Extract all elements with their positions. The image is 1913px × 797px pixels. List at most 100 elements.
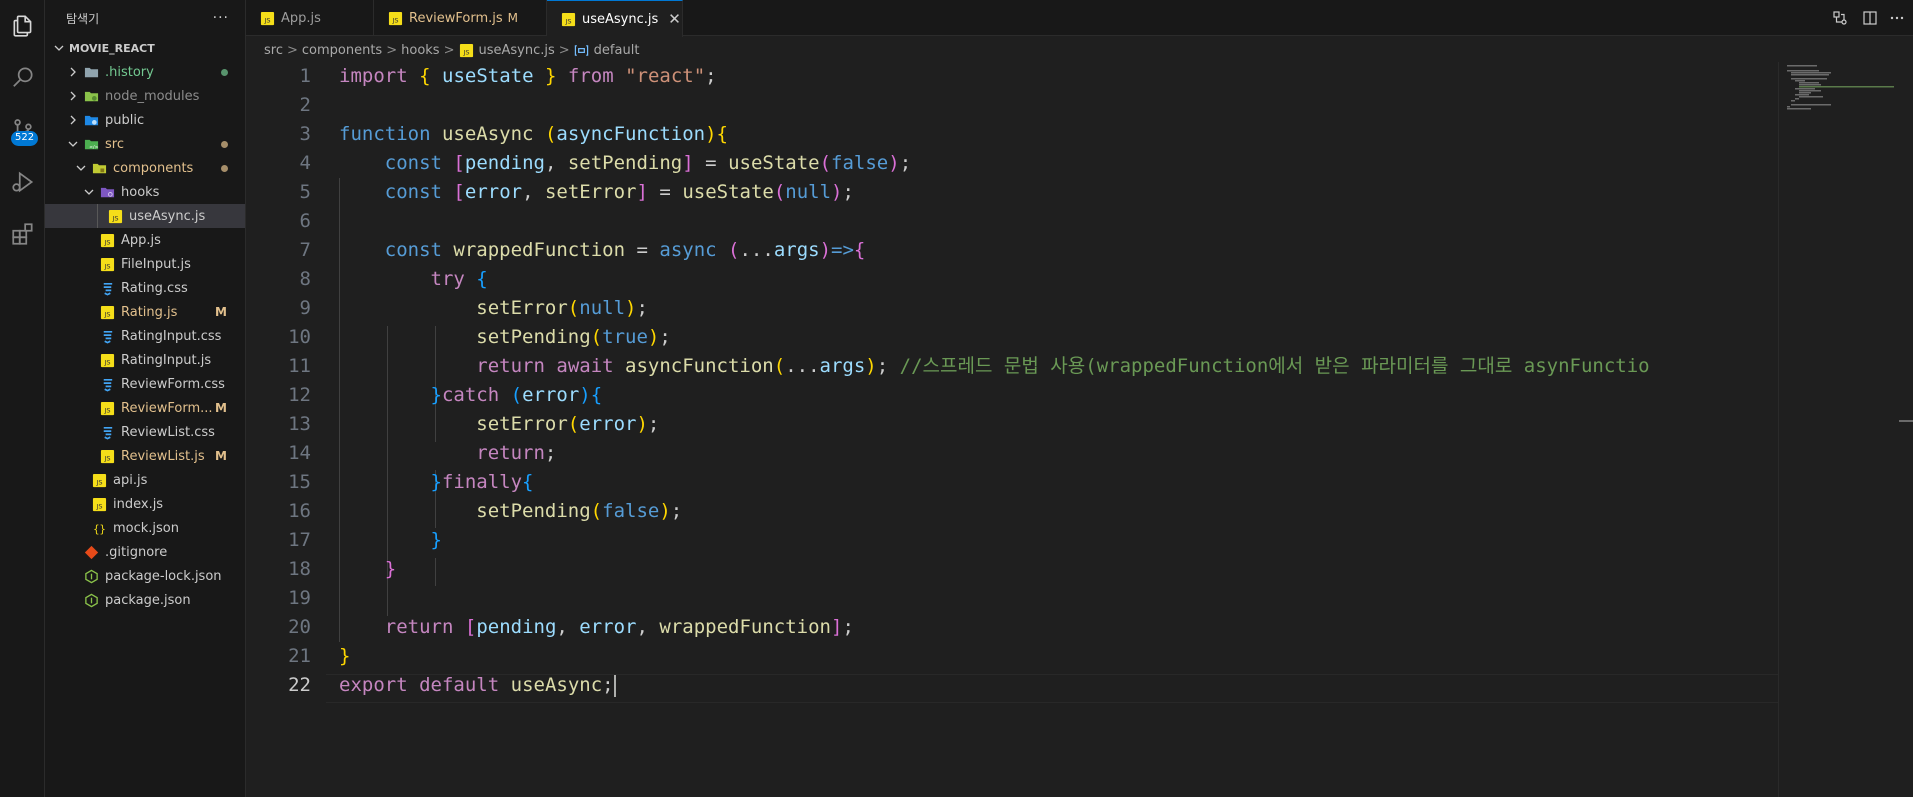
- tree-item-label: ReviewForm...: [121, 400, 213, 416]
- tree-item-label: ReviewList.css: [121, 424, 215, 440]
- chevron-right-icon: [65, 112, 81, 128]
- breadcrumb-item[interactable]: useAsync.js: [478, 43, 554, 58]
- tree-item[interactable]: JS RatingInput.js: [45, 348, 245, 372]
- folder-icon: [83, 88, 99, 104]
- npm-file-icon: [83, 592, 99, 608]
- workspace-root[interactable]: MOVIE_REACT: [45, 37, 245, 59]
- explorer-icon[interactable]: [0, 4, 45, 48]
- line-number: 16: [288, 500, 311, 522]
- tree-item[interactable]: ReviewForm.css: [45, 372, 245, 396]
- line-number: 5: [299, 181, 311, 203]
- svg-text:JS: JS: [564, 17, 571, 25]
- tree-item[interactable]: public: [45, 108, 245, 132]
- line-number: 17: [288, 529, 311, 551]
- tree-item[interactable]: JS api.js: [45, 468, 245, 492]
- tree-item[interactable]: components: [45, 156, 245, 180]
- js-file-icon: JS: [107, 208, 123, 224]
- tree-item[interactable]: package-lock.json: [45, 564, 245, 588]
- tree-item[interactable]: .history: [45, 60, 245, 84]
- chevron-down-icon: [51, 40, 67, 56]
- line-number: 20: [288, 616, 311, 638]
- tree-item[interactable]: JS Rating.js M: [45, 300, 245, 324]
- js-file-icon: JS: [99, 256, 115, 272]
- chevron-right-icon: [65, 64, 81, 80]
- folder-icon: [83, 112, 99, 128]
- code-line: const wrappedFunction = async (...args)=…: [384, 239, 866, 261]
- js-file-icon: JS: [99, 400, 115, 416]
- tree-item-label: RatingInput.css: [121, 328, 222, 344]
- code-line: return;: [476, 442, 557, 464]
- breadcrumb-item[interactable]: default: [594, 43, 640, 58]
- tab-label: useAsync.js: [582, 11, 659, 27]
- tree-item[interactable]: package.json: [45, 588, 245, 612]
- activity-bar: 522: [0, 0, 45, 797]
- breadcrumb-item[interactable]: components: [302, 43, 382, 58]
- code-line: }finally{: [430, 471, 534, 493]
- tree-item[interactable]: ReviewList.css: [45, 420, 245, 444]
- tab-reviewform-js[interactable]: JS ReviewForm.js M: [374, 0, 547, 36]
- code-line: const [pending, setPending] = useState(f…: [384, 152, 912, 174]
- status-dot: [221, 68, 228, 76]
- svg-text:JS: JS: [103, 406, 110, 414]
- code-line: setError(null);: [476, 297, 648, 319]
- svg-text:JS: JS: [103, 262, 110, 270]
- extensions-icon[interactable]: [0, 212, 45, 256]
- tree-item[interactable]: JS useAsync.js: [45, 204, 245, 228]
- vertical-scrollbar[interactable]: [1899, 62, 1913, 797]
- tree-item-label: .history: [105, 64, 154, 80]
- chevron-right-icon: >: [443, 42, 455, 58]
- tree-item[interactable]: .gitignore: [45, 540, 245, 564]
- tree-item[interactable]: JS FileInput.js: [45, 252, 245, 276]
- tree-item[interactable]: </> src: [45, 132, 245, 156]
- tree-item[interactable]: hooks: [45, 180, 245, 204]
- tree-item[interactable]: node_modules: [45, 84, 245, 108]
- line-number: 11: [288, 355, 311, 377]
- line-number: 3: [299, 123, 311, 145]
- search-icon[interactable]: [0, 55, 45, 99]
- chevron-down-icon: [73, 160, 89, 176]
- code-comment: //스프레드 문법 사용(wrappedFunction에서 받은 파라미터를 …: [899, 355, 1650, 377]
- run-debug-icon[interactable]: [0, 160, 45, 204]
- tree-item[interactable]: JS index.js: [45, 492, 245, 516]
- tab-useasync-js[interactable]: JS useAsync.js ✕: [547, 0, 683, 37]
- chevron-right-icon: >: [558, 42, 570, 58]
- line-number: 10: [288, 326, 311, 348]
- breadcrumb-item[interactable]: src: [264, 43, 283, 58]
- svg-text:JS: JS: [391, 16, 398, 24]
- npm-file-icon: [83, 568, 99, 584]
- tree-item[interactable]: JS App.js: [45, 228, 245, 252]
- code-editor[interactable]: 1 2 3 4 5 6 7 8 9 10 11 12 13 14 15 16 17 18 19 20 21 22 impo…: [246, 62, 1778, 797]
- tree-item[interactable]: JS ReviewList.js M: [45, 444, 245, 468]
- split-editor-icon[interactable]: [1861, 9, 1879, 27]
- more-actions-icon[interactable]: [1888, 9, 1906, 27]
- status-dot: [221, 140, 228, 148]
- css-file-icon: [99, 280, 115, 296]
- breadcrumb-item[interactable]: hooks: [401, 43, 439, 58]
- modified-indicator: M: [215, 401, 227, 415]
- tree-item[interactable]: JS ReviewForm... M: [45, 396, 245, 420]
- tab-app-js[interactable]: JS App.js: [246, 0, 374, 36]
- tree-item-label: RatingInput.js: [121, 352, 212, 368]
- js-file-icon: JS: [99, 304, 115, 320]
- minimap-preview: [1787, 65, 1894, 110]
- svg-text:JS: JS: [462, 48, 469, 56]
- tree-item[interactable]: Rating.css: [45, 276, 245, 300]
- tree-item-label: package-lock.json: [105, 568, 222, 584]
- svg-text:JS: JS: [263, 16, 270, 24]
- tree-item[interactable]: {} mock.json: [45, 516, 245, 540]
- svg-text:{}: {}: [93, 523, 105, 535]
- tree-item[interactable]: RatingInput.css: [45, 324, 245, 348]
- more-actions-icon[interactable]: ···: [213, 10, 229, 26]
- tree-item-label: src: [105, 136, 124, 152]
- js-file-icon: JS: [91, 496, 107, 512]
- tree-item-label: mock.json: [113, 520, 180, 536]
- tree-item-label: Rating.css: [121, 280, 188, 296]
- compare-changes-icon[interactable]: [1831, 9, 1849, 27]
- js-file-icon: JS: [458, 42, 474, 58]
- close-icon[interactable]: ✕: [668, 10, 681, 28]
- line-number: 2: [299, 94, 311, 116]
- folder-open-icon: [99, 184, 115, 200]
- line-number: 22: [288, 674, 311, 696]
- minimap[interactable]: [1778, 62, 1898, 797]
- code-line: import { useState } from "react";: [339, 65, 717, 87]
